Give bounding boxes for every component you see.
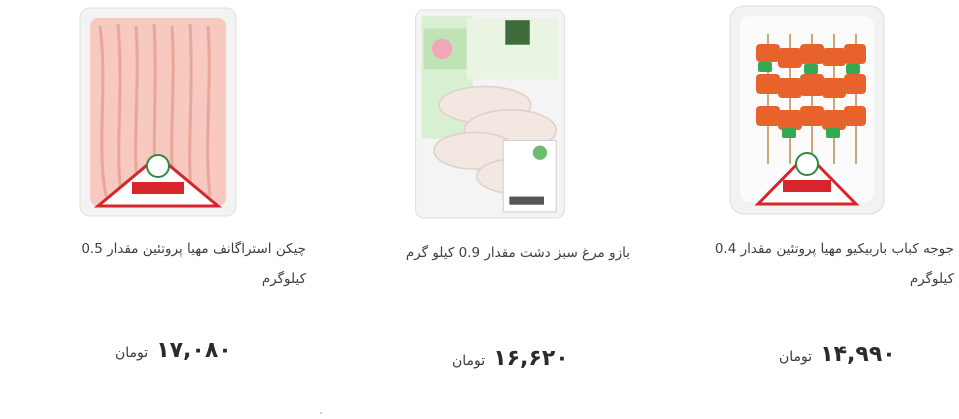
- product-price: ۱۶,۶۲۰ تومان: [452, 346, 569, 371]
- price-currency: تومان: [115, 345, 149, 361]
- product-price: ۱۷,۰۸۰ تومان: [115, 338, 232, 363]
- product-card-chicken-stroganoff[interactable]: چیکن استراگانف مهیا پروتئین مقدار 0.5 کی…: [0, 0, 320, 419]
- product-price: ۱۴,۹۹۰ تومان: [779, 342, 896, 367]
- brand-logo-label: [783, 180, 831, 192]
- brand-logo-label: [132, 182, 184, 194]
- price-currency: تومان: [452, 353, 486, 369]
- price-value: ۱۶,۶۲۰: [493, 346, 569, 371]
- product-title[interactable]: چیکن استراگانف مهیا پروتئین مقدار 0.5 کی…: [44, 234, 306, 294]
- price-value: ۱۴,۹۹۰: [820, 342, 896, 367]
- price-value: ۱۷,۰۸۰: [156, 338, 232, 363]
- pagination-dot: [320, 412, 322, 414]
- product-card-chicken-wing[interactable]: بازو مرغ سبز دشت مقدار 0.9 کیلو گرم ۱۶,۶…: [320, 0, 640, 419]
- product-title[interactable]: جوجه کباب باربیکیو مهیا پروتئین مقدار 0.…: [672, 234, 954, 294]
- product-image-chicken-stroganoff[interactable]: [78, 6, 238, 218]
- product-card-bbq-kebab[interactable]: جوجه کباب باربیکیو مهیا پروتئین مقدار 0.…: [640, 0, 959, 419]
- product-image-bbq-kebab[interactable]: [728, 4, 886, 216]
- price-currency: تومان: [779, 349, 813, 365]
- product-image-chicken-wing[interactable]: [410, 8, 570, 220]
- product-title[interactable]: بازو مرغ سبز دشت مقدار 0.9 کیلو گرم: [382, 238, 630, 268]
